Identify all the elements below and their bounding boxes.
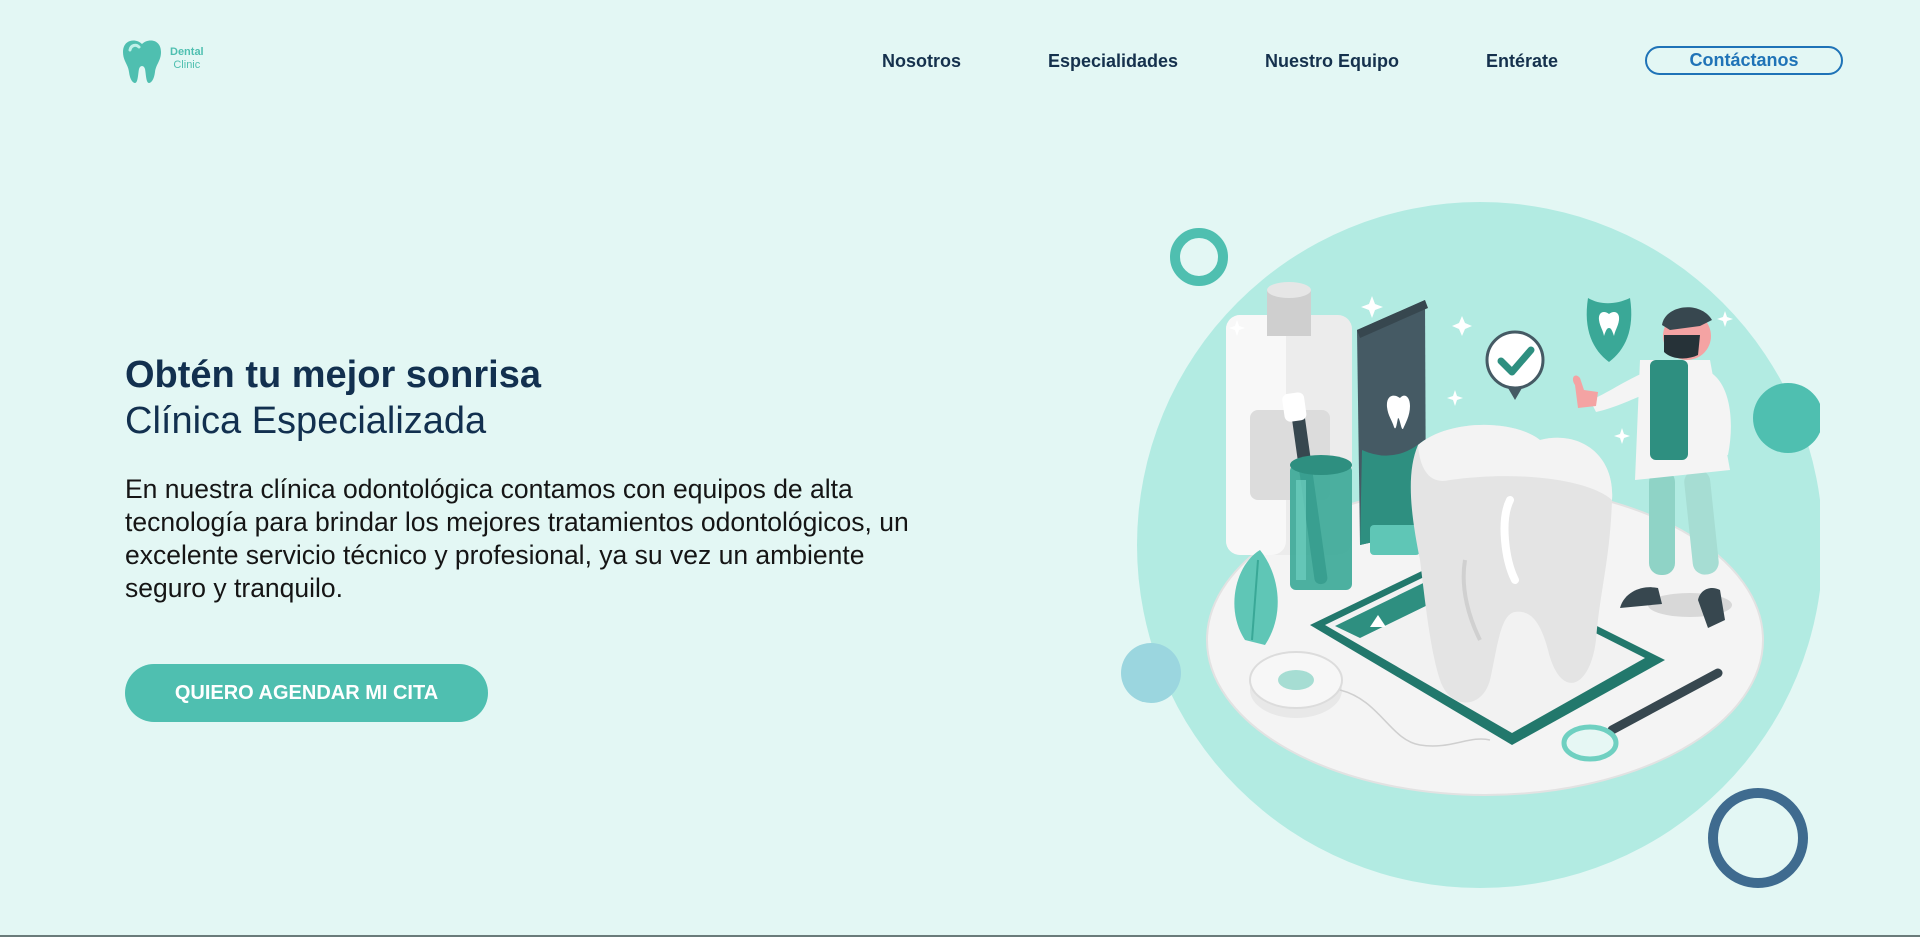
ring-decoration [1170, 228, 1228, 286]
schedule-appointment-button[interactable]: QUIERO AGENDAR MI CITA [125, 664, 488, 722]
nav-link-especialidades[interactable]: Especialidades [1048, 46, 1178, 76]
nav-link-nosotros[interactable]: Nosotros [882, 46, 961, 76]
hero-description: En nuestra clínica odontológica contamos… [125, 474, 909, 603]
logo[interactable]: Dental Clinic [121, 38, 204, 83]
logo-line-2: Clinic [173, 59, 201, 71]
navy-ring [1708, 788, 1808, 888]
hero-subtitle: Clínica Especializada [125, 400, 487, 442]
hero-title: Obtén tu mejor sonrisa [125, 354, 541, 396]
logo-line-1: Dental [170, 46, 204, 58]
dental-illustration [1121, 202, 1820, 888]
tooth-icon [123, 40, 161, 83]
blue-dot [1121, 643, 1181, 703]
teal-dot [1753, 383, 1820, 453]
nav-link-nuestro-equipo[interactable]: Nuestro Equipo [1265, 46, 1399, 76]
contact-button[interactable]: Contáctanos [1645, 46, 1843, 75]
nav-link-enterate[interactable]: Entérate [1486, 46, 1558, 76]
